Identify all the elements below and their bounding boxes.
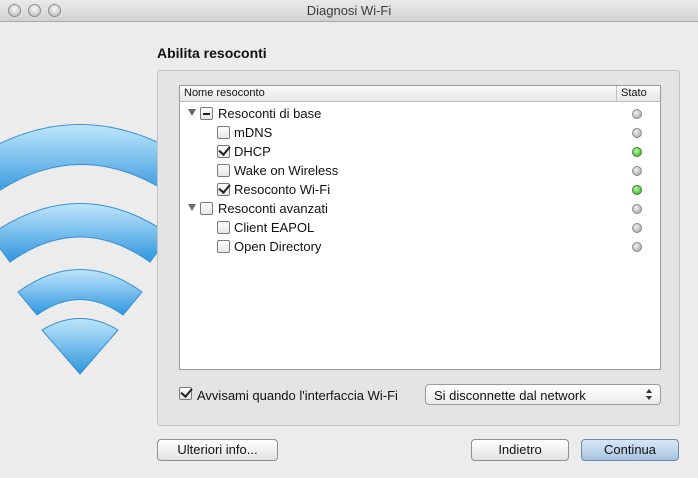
notify-condition-select[interactable]: Si disconnette dal network — [425, 384, 661, 405]
back-button[interactable]: Indietro — [471, 439, 569, 461]
row-label: DHCP — [234, 144, 271, 159]
checkbox[interactable] — [200, 107, 213, 120]
row-label: mDNS — [234, 125, 273, 140]
checkbox[interactable] — [217, 145, 230, 158]
table-row[interactable]: Resoconti avanzati — [180, 199, 660, 218]
section-heading: Abilita resoconti — [157, 45, 267, 61]
status-indicator — [632, 128, 642, 138]
row-label: Client EAPOL — [234, 220, 315, 235]
row-label: Resoconti avanzati — [218, 201, 328, 216]
row-label: Resoconto Wi-Fi — [234, 182, 331, 197]
continue-button[interactable]: Continua — [581, 439, 679, 461]
row-label: Wake on Wireless — [234, 163, 339, 178]
row-label: Resoconti di base — [218, 106, 322, 121]
window-title: Diagnosi Wi-Fi — [306, 3, 392, 18]
select-value: Si disconnette dal network — [434, 388, 586, 403]
status-indicator — [632, 109, 642, 119]
checkbox[interactable] — [217, 221, 230, 234]
status-indicator — [632, 204, 642, 214]
table-row[interactable]: mDNS — [180, 123, 660, 142]
reports-table[interactable]: Nome resoconto Stato Resoconti di base m… — [179, 85, 661, 370]
status-indicator — [632, 147, 642, 157]
column-header-state[interactable]: Stato — [621, 87, 647, 99]
table-row[interactable]: Client EAPOL — [180, 218, 660, 237]
title-bar: Diagnosi Wi-Fi — [0, 0, 698, 22]
table-row[interactable]: Resoconto Wi-Fi — [180, 180, 660, 199]
checkbox[interactable] — [200, 202, 213, 215]
status-indicator — [632, 242, 642, 252]
table-header: Nome resoconto Stato — [180, 86, 660, 102]
checkbox[interactable] — [217, 183, 230, 196]
table-row[interactable]: DHCP — [180, 142, 660, 161]
checkbox[interactable] — [217, 164, 230, 177]
notify-checkbox[interactable] — [179, 387, 192, 400]
table-row[interactable]: Resoconti di base — [180, 104, 660, 123]
disclosure-triangle-icon[interactable] — [188, 109, 196, 116]
updown-arrows-icon — [646, 389, 654, 401]
checkbox[interactable] — [217, 240, 230, 253]
status-indicator — [632, 166, 642, 176]
checkbox[interactable] — [217, 126, 230, 139]
table-row[interactable]: Open Directory — [180, 237, 660, 256]
table-row[interactable]: Wake on Wireless — [180, 161, 660, 180]
row-label: Open Directory — [234, 239, 322, 254]
disclosure-triangle-icon[interactable] — [188, 204, 196, 211]
column-header-name[interactable]: Nome resoconto — [184, 87, 265, 99]
more-info-button[interactable]: Ulteriori info... — [157, 439, 278, 461]
reports-group-box: Nome resoconto Stato Resoconti di base m… — [157, 70, 680, 426]
notify-label: Avvisami quando l'interfaccia Wi-Fi — [197, 388, 398, 403]
column-divider — [616, 86, 617, 101]
status-indicator — [632, 223, 642, 233]
status-indicator — [632, 185, 642, 195]
